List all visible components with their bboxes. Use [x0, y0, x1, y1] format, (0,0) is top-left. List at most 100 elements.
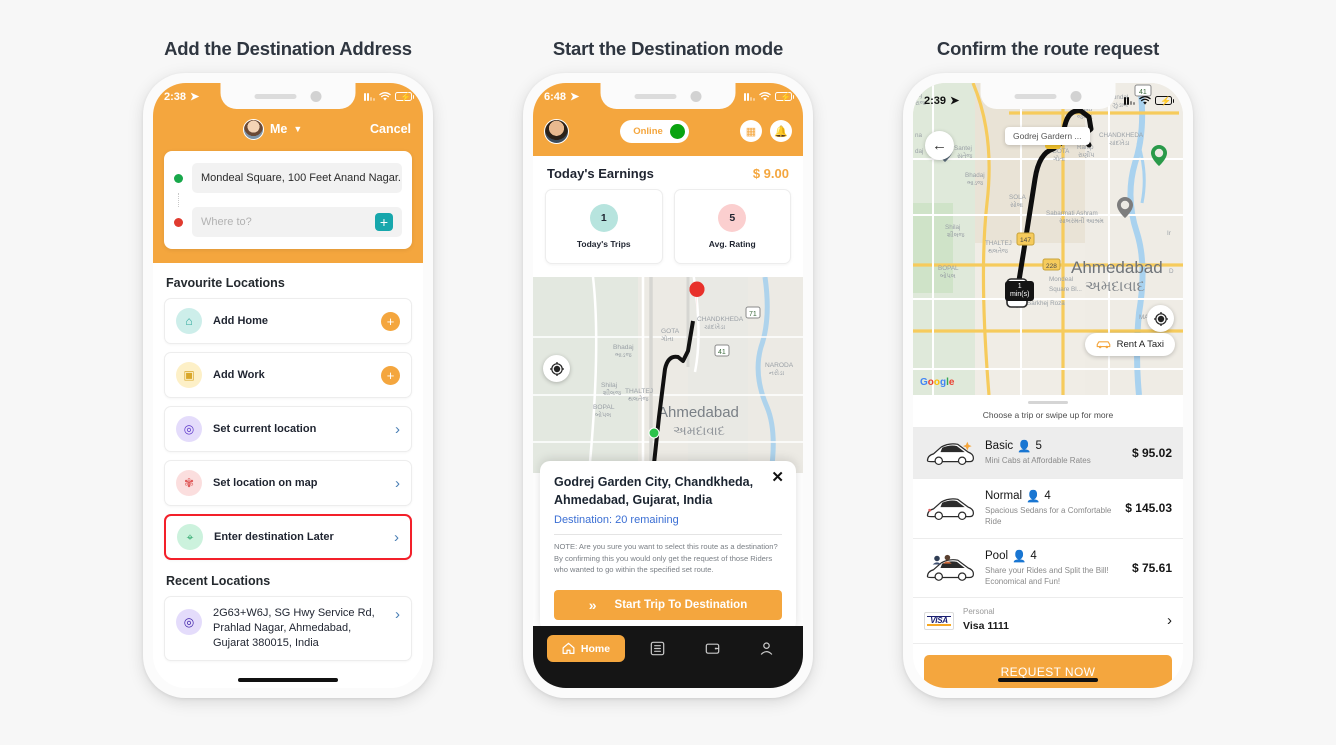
trip-map[interactable]: raj રાજ Zundal ઝુંડાલ Jagad જગાદ CHANDKHEDA…	[913, 83, 1183, 395]
start-trip-button[interactable]: » Start Trip To Destination	[554, 590, 782, 620]
screenshot-root: Add the Destination Address 2:38 ➤ ⚡ Me …	[0, 0, 1336, 745]
cancel-button[interactable]: Cancel	[370, 122, 411, 136]
ride-name: Normal	[985, 490, 1023, 502]
location-pin-icon: ◎	[176, 416, 202, 442]
svg-text:બોપલ: બોપલ	[940, 272, 956, 280]
status-time: 6:48	[544, 90, 567, 103]
add-button[interactable]: +	[381, 365, 400, 385]
svg-text:ભાડજ: ભાડજ	[967, 180, 983, 187]
svg-text:ગોતા: ગોતા	[661, 335, 674, 343]
toggle-knob	[669, 123, 685, 139]
double-chevron-right-icon: »	[588, 597, 597, 613]
signal-icon	[1124, 96, 1135, 105]
request-now-button[interactable]: REQUEST NOW	[924, 655, 1172, 688]
svg-text:શીલજ: શીલજ	[603, 389, 622, 397]
sidebar-item-add-home[interactable]: ⌂ Add Home +	[164, 298, 412, 344]
svg-text:CHANDKHEDA: CHANDKHEDA	[697, 316, 744, 323]
pickup-row[interactable]: Mondeal Square, 100 Feet Anand Nagar...	[174, 163, 402, 193]
stats-row: 1 Today's Trips 5 Avg. Rating	[545, 189, 791, 264]
destination-search-chip[interactable]: Godrej Gardern ...	[1005, 127, 1090, 145]
status-icons-group: ⚡	[364, 91, 415, 102]
column-title-3: Confirm the route request	[936, 38, 1160, 59]
svg-text:BOPAL: BOPAL	[938, 265, 959, 272]
add-stop-button[interactable]: +	[375, 213, 393, 231]
close-icon[interactable]: ✕	[771, 470, 784, 485]
ride-option-basic[interactable]: Basic 👤 5 Mini Cabs at Affordable Rates …	[913, 428, 1183, 479]
calendar-icon[interactable]: ▦	[740, 120, 762, 142]
svg-text:ચાંદખેડા: ચાંદખેડા	[1109, 139, 1130, 147]
recent-locations-title: Recent Locations	[166, 574, 271, 588]
ride-option-normal[interactable]: Normal 👤 4 Spacious Sedans for a Comfort…	[913, 479, 1183, 539]
wifi-icon	[379, 91, 391, 101]
ride-price: $ 95.02	[1131, 446, 1172, 460]
svg-text:Sabarmati Ashram: Sabarmati Ashram	[1046, 210, 1098, 217]
highway-228-shield: 228	[1042, 258, 1061, 271]
home-indicator	[238, 678, 338, 682]
sidebar-item-add-work[interactable]: ▣ Add Work +	[164, 352, 412, 398]
signal-icon	[744, 92, 755, 101]
svg-text:CHANDKHEDA: CHANDKHEDA	[1099, 132, 1144, 139]
rent-a-taxi-button[interactable]: Rent A Taxi	[1084, 333, 1175, 356]
my-location-button[interactable]	[543, 355, 570, 382]
tab-trips[interactable]	[636, 635, 680, 662]
my-location-button[interactable]	[1147, 305, 1174, 332]
sidebar-item-enter-destination-later[interactable]: ⌖ Enter destination Later ›	[164, 514, 412, 560]
stat-card-rating[interactable]: 5 Avg. Rating	[673, 189, 791, 264]
payment-method-row[interactable]: VISA Personal Visa 1111 ›	[913, 598, 1183, 645]
stat-card-trips[interactable]: 1 Today's Trips	[545, 189, 663, 264]
ride-seats: 4	[1030, 549, 1037, 562]
stat-label: Avg. Rating	[708, 239, 756, 249]
destination-row[interactable]: Where to? +	[174, 207, 402, 237]
highway-147-shield: 147	[1016, 232, 1035, 246]
route-map[interactable]: CHANDKHEDA ચાંદખેડા GOTA ગોતા Bhadaj ભાડજ S…	[533, 277, 803, 473]
person-icon	[761, 642, 773, 655]
svg-text:Bhadaj: Bhadaj	[965, 172, 985, 179]
car-normal-icon	[926, 498, 975, 521]
tab-home[interactable]: Home	[547, 635, 625, 662]
ride-info: Pool 👤 4 Share your Rides and Split the …	[985, 549, 1123, 588]
sidebar-item-set-current-location[interactable]: ◎ Set current location ›	[164, 406, 412, 452]
ride-seats: 4	[1044, 490, 1051, 502]
profile-selector[interactable]: Me ▼	[243, 118, 302, 140]
svg-text:અમદાવાદ: અમદાવાદ	[673, 423, 725, 438]
svg-text:Shilaj: Shilaj	[945, 224, 960, 231]
ride-seats: 5	[1035, 440, 1042, 453]
sidebar-item-set-location-on-map[interactable]: ✾ Set location on map ›	[164, 460, 412, 506]
payment-card: Visa 1111	[963, 620, 1009, 633]
list-item[interactable]: ◎ 2G63+W6J, SG Hwy Service Rd, Prahlad N…	[164, 596, 412, 661]
phone-mockup-1: 2:38 ➤ ⚡ Me ▼ Cancel Mondeal Square, 100…	[143, 73, 433, 698]
add-button[interactable]: +	[381, 311, 400, 331]
svg-text:THALTEJ: THALTEJ	[985, 240, 1012, 247]
briefcase-icon: ▣	[176, 362, 202, 388]
avatar[interactable]	[544, 118, 569, 144]
svg-text:થલતેજ: થલતેજ	[628, 395, 649, 403]
back-button[interactable]: ←	[925, 131, 954, 160]
svg-text:Square Bl...: Square Bl...	[1049, 286, 1082, 293]
visa-icon: VISA	[924, 611, 954, 630]
pickup-input[interactable]: Mondeal Square, 100 Feet Anand Nagar...	[192, 163, 402, 193]
svg-text:147: 147	[1020, 237, 1031, 244]
ride-options-panel: Choose a trip or swipe up for more Basic	[913, 395, 1183, 688]
svg-text:Bhadaj: Bhadaj	[613, 344, 634, 351]
bell-icon[interactable]: 🔔	[770, 120, 792, 142]
home-indicator	[998, 678, 1098, 682]
tab-wallet[interactable]	[690, 635, 734, 662]
car-basic-icon	[926, 441, 975, 466]
list-item-label: Add Work	[213, 369, 265, 381]
svg-text:41: 41	[718, 349, 726, 356]
phone-screen-3: raj રાજ Zundal ઝુંડાલ Jagad જગાદ CHANDKHEDA…	[913, 83, 1183, 688]
ride-description: Spacious Sedans for a Comfortable Ride	[985, 506, 1112, 527]
eta-value: 1	[1017, 283, 1022, 290]
visa-label: VISA	[930, 616, 948, 626]
destination-input[interactable]: Where to? +	[192, 207, 402, 237]
svg-text:NARODA: NARODA	[765, 362, 794, 369]
avatar	[243, 118, 264, 140]
ride-name-row: Normal 👤 4	[985, 489, 1116, 503]
phone-screen-1: 2:38 ➤ ⚡ Me ▼ Cancel Mondeal Square, 100…	[153, 83, 423, 688]
home-icon: ⌂	[176, 308, 202, 334]
chevron-right-icon: ›	[395, 474, 400, 492]
online-toggle[interactable]: Online	[620, 119, 689, 143]
ride-option-pool[interactable]: Pool 👤 4 Share your Rides and Split the …	[913, 539, 1183, 599]
tab-profile[interactable]	[745, 635, 789, 662]
svg-text:નરોડા: નરોડા	[769, 369, 785, 377]
